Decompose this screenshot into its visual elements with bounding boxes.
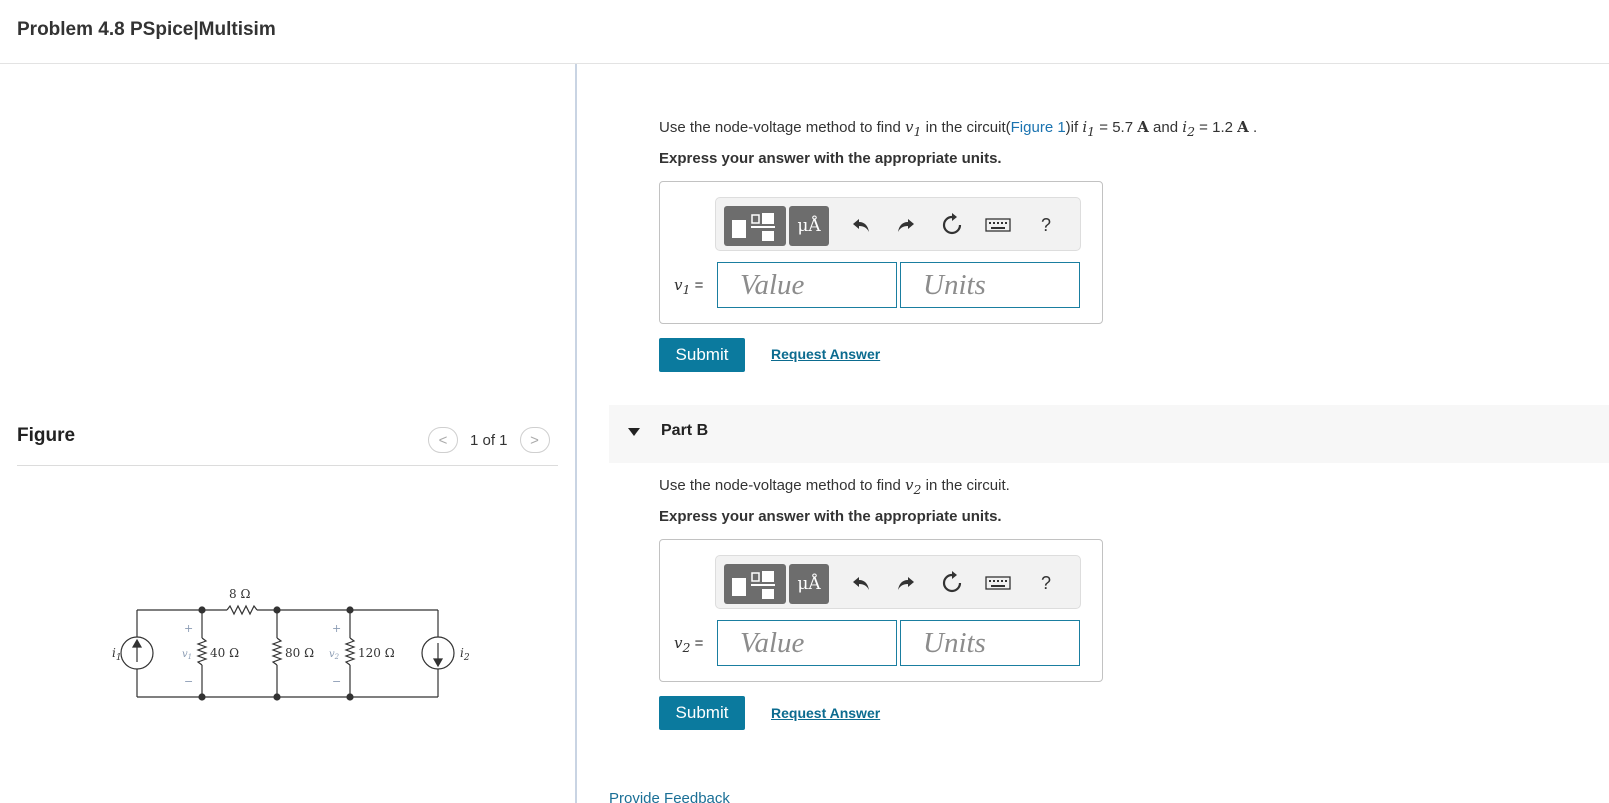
- node-dot: [346, 693, 354, 701]
- part-b-header[interactable]: Part B: [609, 405, 1609, 463]
- resistor-80-ohm: [271, 637, 283, 666]
- panel-divider: [575, 64, 577, 803]
- provide-feedback-link[interactable]: Provide Feedback: [609, 790, 730, 803]
- part-a-request-answer-link[interactable]: Request Answer: [771, 346, 880, 362]
- v1-value-input[interactable]: Value: [717, 262, 897, 308]
- part-a-submit-button[interactable]: Submit: [659, 338, 745, 372]
- help-button[interactable]: ?: [1041, 570, 1051, 596]
- part-b-answer-box: μÅ ? v2 = Value Units: [659, 539, 1103, 682]
- resistor-120-ohm: [344, 637, 356, 666]
- units-symbol-button[interactable]: μÅ: [789, 564, 829, 604]
- undo-icon[interactable]: [851, 212, 873, 238]
- label-v1: v1: [182, 649, 192, 661]
- figure-pager: < 1 of 1 >: [428, 427, 550, 453]
- node-dot: [346, 606, 354, 614]
- templates-button[interactable]: [724, 206, 786, 246]
- label-v1-minus: −: [184, 675, 193, 688]
- math-toolbar: μÅ ?: [715, 555, 1081, 609]
- node-dot: [273, 606, 281, 614]
- part-a-answer-box: μÅ ? v1 = Value Units: [659, 181, 1103, 324]
- part-b-submit-button[interactable]: Submit: [659, 696, 745, 730]
- help-button[interactable]: ?: [1041, 212, 1051, 238]
- label-v2-plus: +: [332, 622, 341, 635]
- circuit-diagram: 8 Ω 40 Ω 80 Ω 120 Ω i1 i2 v1 + − v2 + −: [112, 587, 470, 701]
- v1-label: v1 =: [674, 276, 704, 297]
- part-a-instruction: Express your answer with the appropriate…: [659, 150, 1002, 167]
- v2-label: v2 =: [674, 634, 704, 655]
- v2-value-input[interactable]: Value: [717, 620, 897, 666]
- label-80-ohm: 80 Ω: [285, 646, 314, 660]
- redo-icon[interactable]: [894, 212, 916, 238]
- source2-arrow-head: [432, 658, 444, 668]
- units-symbol-button[interactable]: μÅ: [789, 206, 829, 246]
- figure-rule: [17, 465, 558, 466]
- label-40-ohm: 40 Ω: [210, 646, 239, 660]
- node-dot: [198, 606, 206, 614]
- page-title: Problem 4.8 PSpice|Multisim: [17, 19, 276, 40]
- part-b-request-answer-link[interactable]: Request Answer: [771, 705, 880, 721]
- node-dot: [273, 693, 281, 701]
- redo-icon[interactable]: [894, 570, 916, 596]
- label-v2: v2: [329, 649, 340, 661]
- undo-icon[interactable]: [851, 570, 873, 596]
- label-i1: i1: [112, 646, 122, 663]
- label-8-ohm: 8 Ω: [229, 587, 250, 601]
- part-b-question: Use the node-voltage method to find v2 i…: [659, 476, 1010, 497]
- figure-label: Figure: [17, 425, 76, 446]
- math-toolbar: μÅ ?: [715, 197, 1081, 251]
- part-b-instruction: Express your answer with the appropriate…: [659, 508, 1002, 525]
- label-120-ohm: 120 Ω: [358, 646, 395, 660]
- source1-arrow-head: [131, 638, 143, 648]
- templates-button[interactable]: [724, 564, 786, 604]
- prev-figure-button[interactable]: <: [428, 427, 458, 453]
- v2-units-input[interactable]: Units: [900, 620, 1080, 666]
- next-figure-button[interactable]: >: [519, 427, 550, 453]
- resistor-40-ohm: [196, 637, 208, 666]
- label-v2-minus: −: [332, 675, 341, 688]
- keyboard-icon[interactable]: [985, 212, 1011, 238]
- templates-icon: [732, 571, 775, 599]
- part-a-question: Use the node-voltage method to find v1 i…: [659, 118, 1258, 139]
- caret-down-icon: [628, 428, 640, 436]
- reset-icon[interactable]: [940, 212, 964, 238]
- label-v1-plus: +: [184, 622, 193, 635]
- pager-text: 1 of 1: [470, 431, 508, 449]
- templates-icon: [732, 213, 775, 241]
- node-dot: [198, 693, 206, 701]
- header: Problem 4.8 PSpice|Multisim: [0, 0, 1609, 64]
- v1-units-input[interactable]: Units: [900, 262, 1080, 308]
- reset-icon[interactable]: [940, 570, 964, 596]
- part-b-title: Part B: [661, 422, 709, 439]
- figure-link[interactable]: Figure 1: [1011, 119, 1066, 136]
- label-i2: i2: [460, 646, 470, 663]
- keyboard-icon[interactable]: [985, 570, 1011, 596]
